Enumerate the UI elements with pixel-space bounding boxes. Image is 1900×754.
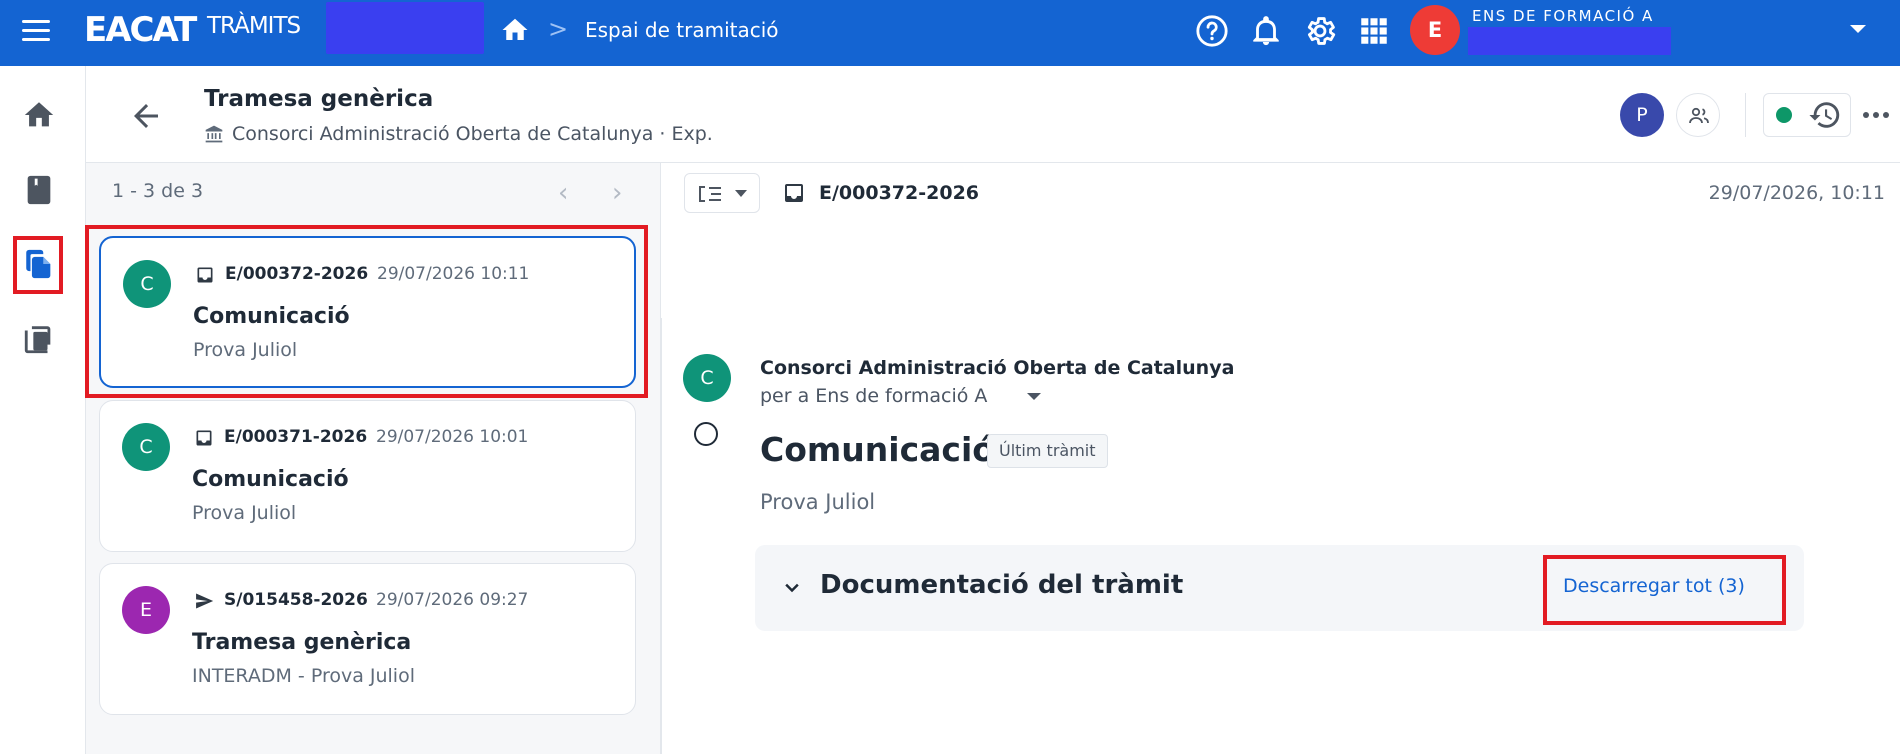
status-dot <box>1776 107 1792 123</box>
chevron-down-icon[interactable] <box>1850 25 1866 33</box>
item-subtitle: INTERADM - Prova Juliol <box>192 665 415 687</box>
breadcrumb-current[interactable]: Espai de tramitació <box>585 17 779 43</box>
highlight-box <box>13 236 63 294</box>
detail-title: Comunicació <box>760 430 995 469</box>
section-title[interactable]: Documentació del tràmit <box>820 570 1183 600</box>
inbox-icon <box>196 430 212 446</box>
redacted-area <box>326 2 484 54</box>
status-badge: Últim tràmit <box>987 434 1108 468</box>
item-id: E/000371-2026 <box>224 427 368 447</box>
sender-avatar: C <box>683 354 731 402</box>
next-page-icon[interactable]: › <box>612 180 634 206</box>
home-icon[interactable] <box>498 15 532 45</box>
gear-icon[interactable] <box>1302 14 1338 48</box>
document-id: E/000372-2026 <box>819 182 980 204</box>
page-title: Tramesa genèrica <box>204 86 434 112</box>
sender-name: Consorci Administració Oberta de Catalun… <box>760 357 1235 379</box>
highlight-box <box>85 225 648 398</box>
recipient-text[interactable]: per a Ens de formació A <box>760 385 987 407</box>
back-arrow-icon[interactable] <box>128 98 164 134</box>
sender-avatar: C <box>122 423 170 471</box>
participants-button[interactable] <box>1676 93 1720 137</box>
org-name: ENS DE FORMACIÓ A <box>1472 7 1654 25</box>
top-bar: EACAT TRÀMITS > Espai de tramitació E EN… <box>0 0 1900 66</box>
chevron-down-icon <box>735 190 747 197</box>
apps-grid-icon[interactable] <box>1356 14 1392 48</box>
item-date: 29/07/2026 09:27 <box>376 590 529 610</box>
item-subtitle: Prova Juliol <box>192 502 297 524</box>
item-date: 29/07/2026 10:01 <box>376 427 529 447</box>
list-view-icon <box>699 186 721 202</box>
participant-avatar[interactable]: P <box>1620 93 1664 137</box>
help-icon[interactable] <box>1194 14 1230 48</box>
item-title: Tramesa genèrica <box>192 630 412 655</box>
user-avatar[interactable]: E <box>1410 5 1460 55</box>
more-options-icon[interactable] <box>1862 110 1890 120</box>
send-icon <box>196 593 214 609</box>
breadcrumb-separator: > <box>548 15 569 43</box>
logo-main[interactable]: EACAT <box>84 10 197 50</box>
list-item[interactable]: E S/015458-2026 29/07/2026 09:27 Tramesa… <box>99 563 636 715</box>
logo-sub: TRÀMITS <box>207 13 301 39</box>
group-icon <box>1689 107 1709 124</box>
list-item[interactable]: C E/000371-2026 29/07/2026 10:01 Comunic… <box>99 400 636 552</box>
detail-subtitle: Prova Juliol <box>760 490 876 514</box>
redacted-area <box>1468 27 1671 55</box>
item-title: Comunicació <box>192 467 349 492</box>
pager-text: 1 - 3 de 3 <box>112 180 204 202</box>
timeline-marker <box>694 422 718 446</box>
divider <box>1745 93 1746 137</box>
history-icon[interactable] <box>1808 98 1842 132</box>
chevron-down-icon[interactable] <box>782 578 802 598</box>
left-rail <box>0 66 86 754</box>
chevron-down-icon[interactable] <box>1027 393 1041 400</box>
timeline-line <box>661 318 662 754</box>
page-subtitle: Consorci Administració Oberta de Catalun… <box>232 123 713 145</box>
copy-icon[interactable] <box>22 322 56 356</box>
highlight-box <box>1543 555 1786 625</box>
home-icon[interactable] <box>22 98 56 132</box>
inbox-icon <box>785 184 803 202</box>
sender-avatar: E <box>122 586 170 634</box>
item-id: S/015458-2026 <box>224 590 368 610</box>
bank-icon <box>205 125 223 143</box>
view-toggle-button[interactable] <box>684 173 760 213</box>
bell-icon[interactable] <box>1248 14 1284 48</box>
document-date: 29/07/2026, 10:11 <box>1708 182 1885 204</box>
prev-page-icon[interactable]: ‹ <box>558 180 580 206</box>
menu-icon[interactable] <box>22 20 50 42</box>
book-icon[interactable] <box>22 173 56 207</box>
